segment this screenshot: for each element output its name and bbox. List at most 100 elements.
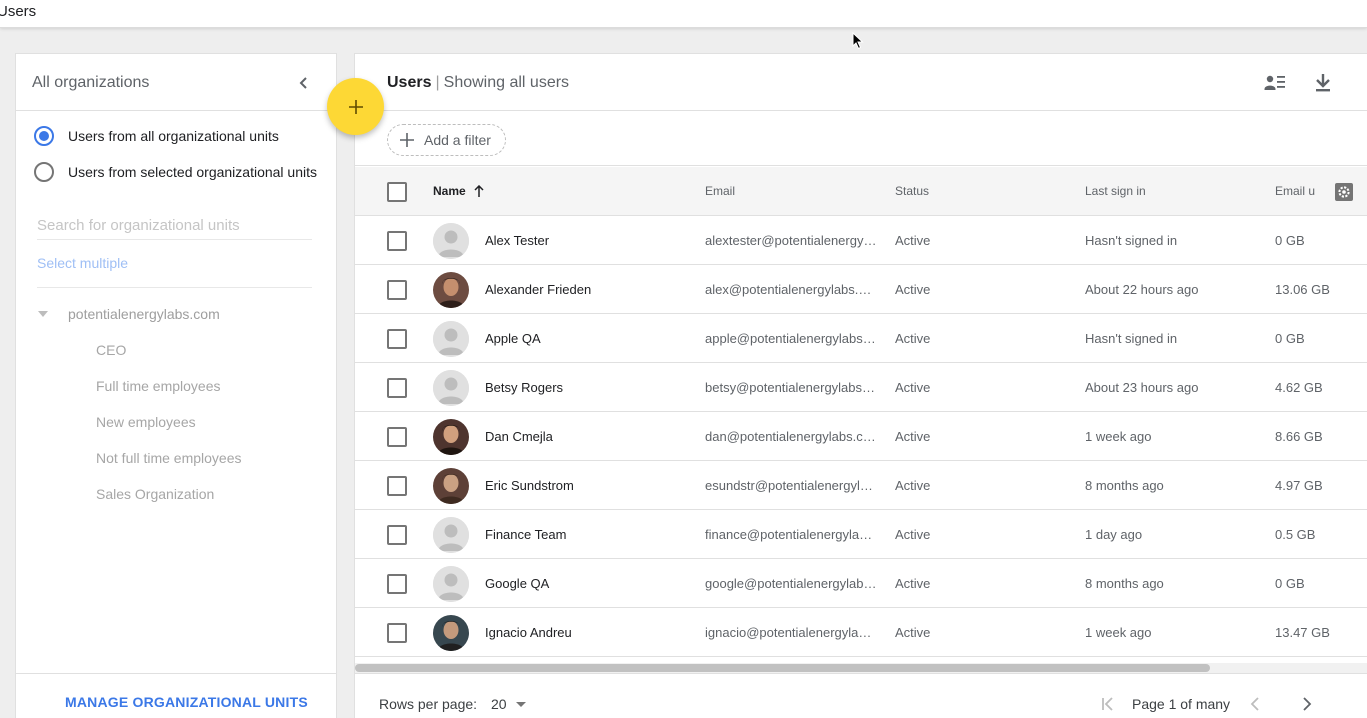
page-subtitle: Showing all users (443, 74, 570, 91)
user-last-sign-in: Hasn't signed in (1085, 233, 1178, 248)
user-name[interactable]: Betsy Rogers (485, 380, 563, 395)
table-row[interactable]: Apple QA apple@potentialenergylabs.com A… (355, 314, 1367, 363)
default-avatar-icon (433, 321, 469, 357)
collapse-panel-icon[interactable] (294, 73, 314, 93)
user-name[interactable]: Alexander Frieden (485, 282, 591, 297)
user-last-sign-in: 1 week ago (1085, 625, 1152, 640)
users-panel-header: Users | Showing all users (355, 54, 1367, 111)
user-email-usage: 0.5 GB (1275, 527, 1316, 542)
user-email: google@potentialenergylabs.com (705, 576, 877, 591)
user-email: apple@potentialenergylabs.com (705, 331, 877, 346)
add-filter-button[interactable]: Add a filter (387, 124, 506, 156)
row-checkbox[interactable] (387, 231, 407, 251)
user-name[interactable]: Finance Team (485, 527, 566, 542)
row-checkbox[interactable] (387, 378, 407, 398)
column-header-email-usage[interactable]: Email u (1275, 184, 1315, 198)
tree-item-new-employees[interactable]: New employees (96, 414, 196, 430)
row-checkbox[interactable] (387, 525, 407, 545)
page-title: Users | Showing all users (387, 74, 569, 92)
window-title: Users (0, 3, 37, 20)
search-org-units-input[interactable] (37, 212, 312, 240)
expand-caret-icon[interactable] (38, 311, 48, 317)
user-email: finance@potentialenergylabs.com (705, 527, 877, 542)
table-row[interactable]: Dan Cmejla dan@potentialenergylabs.com A… (355, 412, 1367, 461)
tree-root-domain[interactable]: potentialenergylabs.com (38, 306, 220, 322)
horizontal-scrollbar[interactable] (355, 663, 1367, 673)
row-checkbox[interactable] (387, 280, 407, 300)
user-name[interactable]: Google QA (485, 576, 549, 591)
table-row[interactable]: Alexander Frieden alex@potentialenergyla… (355, 265, 1367, 314)
rows-per-page-value: 20 (491, 696, 507, 712)
user-email: betsy@potentialenergylabs.com (705, 380, 877, 395)
user-email-usage: 4.97 GB (1275, 478, 1323, 493)
tree-item-sales-organization[interactable]: Sales Organization (96, 486, 214, 502)
manage-org-units-link[interactable]: MANAGE ORGANIZATIONAL UNITS (65, 694, 308, 710)
user-photo-avatar (433, 419, 469, 455)
rows-per-page-select[interactable]: 20 (491, 696, 526, 712)
tree-item-not-full-time-employees[interactable]: Not full time employees (96, 450, 242, 466)
dropdown-arrow-icon (515, 701, 526, 707)
download-icon[interactable] (1310, 70, 1336, 96)
table-row[interactable]: Finance Team finance@potentialenergylabs… (355, 510, 1367, 559)
default-avatar-icon (433, 566, 469, 602)
radio-selected-org-units[interactable]: Users from selected organizational units (34, 162, 317, 182)
user-status: Active (895, 576, 931, 591)
table-row[interactable]: Betsy Rogers betsy@potentialenergylabs.c… (355, 363, 1367, 412)
column-settings-icon[interactable] (1334, 182, 1354, 202)
divider (37, 287, 312, 288)
next-page-icon[interactable] (1296, 693, 1318, 715)
select-all-checkbox[interactable] (387, 182, 407, 202)
radio-button-unchecked[interactable] (34, 162, 54, 182)
user-email-usage: 8.66 GB (1275, 429, 1323, 444)
user-email: esundstr@potentialenergylabs.com (705, 478, 877, 493)
user-email-usage: 0 GB (1275, 233, 1305, 248)
table-row[interactable]: Google QA google@potentialenergylabs.com… (355, 559, 1367, 608)
row-checkbox[interactable] (387, 427, 407, 447)
user-email: alex@potentialenergylabs.com (705, 282, 877, 297)
pagination-bar: Rows per page: 20 Page 1 of many (355, 673, 1367, 718)
table-row[interactable]: Ignacio Andreu ignacio@potentialenergyla… (355, 608, 1367, 657)
row-checkbox[interactable] (387, 476, 407, 496)
row-checkbox[interactable] (387, 623, 407, 643)
user-name[interactable]: Alex Tester (485, 233, 549, 248)
select-multiple-link[interactable]: Select multiple (37, 255, 128, 271)
user-email: dan@potentialenergylabs.com (705, 429, 877, 444)
org-panel-footer: MANAGE ORGANIZATIONAL UNITS (16, 673, 336, 718)
user-name[interactable]: Apple QA (485, 331, 541, 346)
user-status: Active (895, 380, 931, 395)
user-last-sign-in: 8 months ago (1085, 576, 1164, 591)
radio-all-org-units[interactable]: Users from all organizational units (34, 126, 279, 146)
table-row[interactable]: Alex Tester alextester@potentialenergyla… (355, 216, 1367, 265)
column-header-name[interactable]: Name (433, 184, 484, 198)
user-name[interactable]: Ignacio Andreu (485, 625, 572, 640)
user-photo-avatar (433, 615, 469, 651)
plus-icon (400, 133, 414, 147)
tree-item-ceo[interactable]: CEO (96, 342, 126, 358)
radio-label: Users from selected organizational units (68, 164, 318, 180)
user-name[interactable]: Eric Sundstrom (485, 478, 574, 493)
first-page-icon[interactable] (1097, 693, 1119, 715)
previous-page-icon[interactable] (1244, 693, 1266, 715)
user-name[interactable]: Dan Cmejla (485, 429, 553, 444)
column-header-last-sign-in[interactable]: Last sign in (1085, 184, 1146, 198)
add-user-button[interactable] (327, 78, 384, 135)
user-email-usage: 4.62 GB (1275, 380, 1323, 395)
column-header-status[interactable]: Status (895, 184, 929, 198)
title-separator: | (435, 74, 440, 91)
manage-columns-icon[interactable] (1262, 70, 1288, 96)
radio-button-checked[interactable] (34, 126, 54, 146)
users-panel: Users | Showing all users Add a filter N… (354, 53, 1367, 718)
table-row[interactable]: Eric Sundstrom esundstr@potentialenergyl… (355, 461, 1367, 510)
user-last-sign-in: About 22 hours ago (1085, 282, 1199, 297)
row-checkbox[interactable] (387, 574, 407, 594)
user-email-usage: 0 GB (1275, 576, 1305, 591)
user-status: Active (895, 625, 931, 640)
user-last-sign-in: Hasn't signed in (1085, 331, 1178, 346)
tree-item-full-time-employees[interactable]: Full time employees (96, 378, 221, 394)
user-email: alextester@potentialenergylabs.com (705, 233, 877, 248)
row-checkbox[interactable] (387, 329, 407, 349)
user-email-usage: 0 GB (1275, 331, 1305, 346)
scrollbar-thumb[interactable] (355, 664, 1210, 672)
column-header-email[interactable]: Email (705, 184, 735, 198)
user-last-sign-in: About 23 hours ago (1085, 380, 1199, 395)
